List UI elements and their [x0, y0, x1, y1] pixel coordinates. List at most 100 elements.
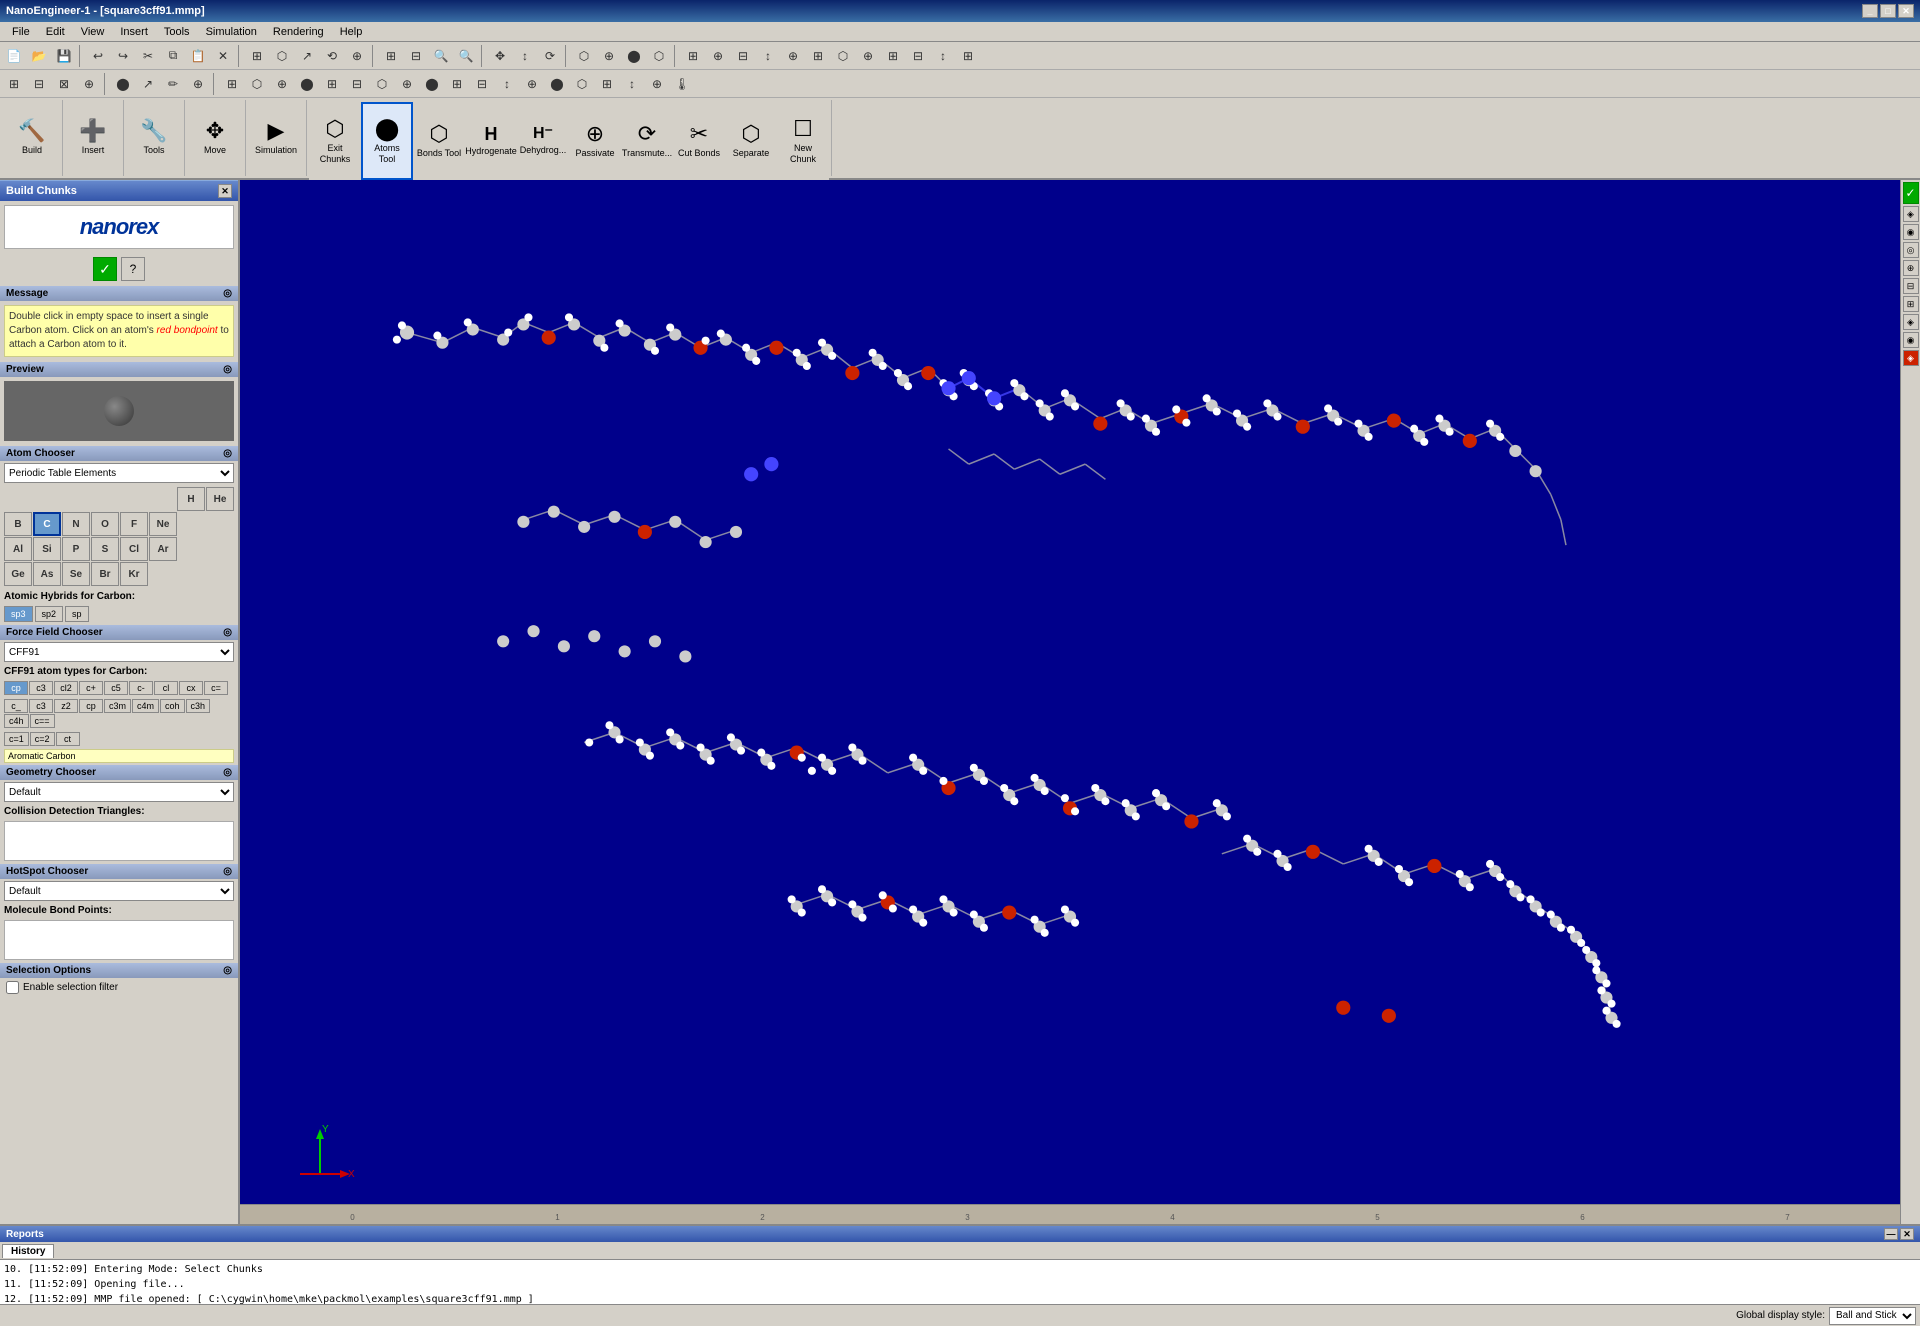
force-field-close[interactable]: ◎ — [223, 627, 232, 638]
tb2-btn-z[interactable]: 🌡 — [670, 72, 694, 96]
tb-undo[interactable]: ↩ — [86, 44, 110, 68]
tb-btn-k[interactable]: ⊕ — [597, 44, 621, 68]
menu-tools[interactable]: Tools — [156, 24, 198, 40]
atomtype-ceq2[interactable]: c== — [30, 714, 55, 728]
tools-button[interactable]: 🔧 Tools — [128, 102, 180, 174]
tb-btn-n[interactable]: ⊞ — [681, 44, 705, 68]
tb2-btn-x[interactable]: ↕ — [620, 72, 644, 96]
tb2-btn-w[interactable]: ⊞ — [595, 72, 619, 96]
element-Se[interactable]: Se — [62, 562, 90, 586]
message-section-close[interactable]: ◎ — [223, 288, 232, 299]
menu-insert[interactable]: Insert — [112, 24, 156, 40]
tb-btn-h[interactable]: ↕ — [513, 44, 537, 68]
element-He[interactable]: He — [206, 487, 234, 511]
right-btn-1[interactable]: ◈ — [1903, 206, 1919, 222]
tb-btn-o[interactable]: ⊕ — [706, 44, 730, 68]
tb2-btn-y[interactable]: ⊕ — [645, 72, 669, 96]
atomtype-cminus[interactable]: c- — [129, 681, 153, 695]
tb2-btn-a[interactable]: ⊞ — [2, 72, 26, 96]
element-Br[interactable]: Br — [91, 562, 119, 586]
tb2-btn-h[interactable]: ⊞ — [220, 72, 244, 96]
tb-zoom-in[interactable]: 🔍 — [429, 44, 453, 68]
element-N[interactable]: N — [62, 512, 90, 536]
tb2-btn-o[interactable]: ⊕ — [395, 72, 419, 96]
right-btn-4[interactable]: ⊕ — [1903, 260, 1919, 276]
viewport[interactable]: Y X 01234567 — [240, 180, 1900, 1224]
maximize-button[interactable]: □ — [1880, 4, 1896, 18]
tb2-btn-p[interactable]: ⬤ — [420, 72, 444, 96]
display-style-select[interactable]: Ball and Stick CPK Lines Tubes Spheres — [1829, 1307, 1916, 1325]
element-Cl[interactable]: Cl — [120, 537, 148, 561]
right-btn-7[interactable]: ◈ — [1903, 314, 1919, 330]
element-As[interactable]: As — [33, 562, 61, 586]
tb2-btn-q[interactable]: ⊞ — [445, 72, 469, 96]
atomtype-c_[interactable]: c_ — [4, 699, 28, 713]
tb-btn-l[interactable]: ⬤ — [622, 44, 646, 68]
selection-close[interactable]: ◎ — [223, 965, 232, 976]
hybrid-sp3[interactable]: sp3 — [4, 606, 33, 622]
tb-btn-f[interactable]: ⊟ — [404, 44, 428, 68]
atomtype-cplus[interactable]: c+ — [79, 681, 103, 695]
element-Si[interactable]: Si — [33, 537, 61, 561]
atomtype-cx[interactable]: cx — [179, 681, 203, 695]
atomtype-cpb[interactable]: cp — [79, 699, 103, 713]
cut-bonds-button[interactable]: ✂ Cut Bonds — [673, 102, 725, 180]
right-btn-8[interactable]: ◉ — [1903, 332, 1919, 348]
element-P[interactable]: P — [62, 537, 90, 561]
atomtype-c4m[interactable]: c4m — [132, 699, 159, 713]
element-H[interactable]: H — [177, 487, 205, 511]
hotspot-dropdown[interactable]: Default — [4, 881, 234, 901]
reports-close[interactable]: ✕ — [1900, 1228, 1914, 1240]
hybrid-sp2[interactable]: sp2 — [35, 606, 64, 622]
element-F[interactable]: F — [120, 512, 148, 536]
menu-rendering[interactable]: Rendering — [265, 24, 332, 40]
tb2-btn-l[interactable]: ⊞ — [320, 72, 344, 96]
help-icon-button[interactable]: ? — [121, 257, 145, 281]
tb2-btn-b[interactable]: ⊟ — [27, 72, 51, 96]
tb2-btn-d[interactable]: ⬤ — [111, 72, 135, 96]
atomtype-coh[interactable]: coh — [160, 699, 185, 713]
hydrogenate-button[interactable]: H Hydrogenate — [465, 102, 517, 180]
right-btn-5[interactable]: ⊟ — [1903, 278, 1919, 294]
tb-btn-u[interactable]: ⊕ — [856, 44, 880, 68]
atomtype-z2[interactable]: z2 — [54, 699, 78, 713]
element-Ge[interactable]: Ge — [4, 562, 32, 586]
panel-close-button[interactable]: ✕ — [218, 184, 232, 198]
element-C[interactable]: C — [33, 512, 61, 536]
bonds-tool-button[interactable]: ⬡ Bonds Tool — [413, 102, 465, 180]
menu-help[interactable]: Help — [332, 24, 371, 40]
menu-edit[interactable]: Edit — [38, 24, 73, 40]
tb-btn-s[interactable]: ⊞ — [806, 44, 830, 68]
tb2-btn-c[interactable]: ⊕ — [77, 72, 101, 96]
atomtype-c3h[interactable]: c3h — [186, 699, 211, 713]
transmute-button[interactable]: ⟳ Transmute... — [621, 102, 673, 180]
tb2-btn-e[interactable]: ↗ — [136, 72, 160, 96]
right-checkmark-button[interactable]: ✓ — [1903, 182, 1919, 204]
right-btn-3[interactable]: ◎ — [1903, 242, 1919, 258]
tb2-btn-m[interactable]: ⊟ — [345, 72, 369, 96]
element-O[interactable]: O — [91, 512, 119, 536]
tb-paste[interactable]: 📋 — [186, 44, 210, 68]
atomtype-c5[interactable]: c5 — [104, 681, 128, 695]
tb-delete[interactable]: ✕ — [211, 44, 235, 68]
element-Ar[interactable]: Ar — [149, 537, 177, 561]
hotspot-close[interactable]: ◎ — [223, 866, 232, 877]
hybrid-sp[interactable]: sp — [65, 606, 89, 622]
tb2-btn-n[interactable]: ⬡ — [370, 72, 394, 96]
tb-btn-q[interactable]: ↕ — [756, 44, 780, 68]
tb-select-all[interactable]: ⊞ — [245, 44, 269, 68]
tb-btn-b[interactable]: ↗ — [295, 44, 319, 68]
element-Ne[interactable]: Ne — [149, 512, 177, 536]
atomtype-ct[interactable]: ct — [56, 732, 80, 746]
tb-cut[interactable]: ✂ — [136, 44, 160, 68]
tb2-zoom-fit[interactable]: ⊠ — [52, 72, 76, 96]
tb2-btn-f[interactable]: ✏ — [161, 72, 185, 96]
element-B[interactable]: B — [4, 512, 32, 536]
tb-btn-g[interactable]: ✥ — [488, 44, 512, 68]
move-button[interactable]: ✥ Move — [189, 102, 241, 174]
right-btn-9[interactable]: ◈ — [1903, 350, 1919, 366]
tb-btn-r[interactable]: ⊕ — [781, 44, 805, 68]
atomtype-ceq2b[interactable]: c=2 — [30, 732, 55, 746]
geometry-dropdown[interactable]: Default — [4, 782, 234, 802]
tb-btn-j[interactable]: ⬡ — [572, 44, 596, 68]
